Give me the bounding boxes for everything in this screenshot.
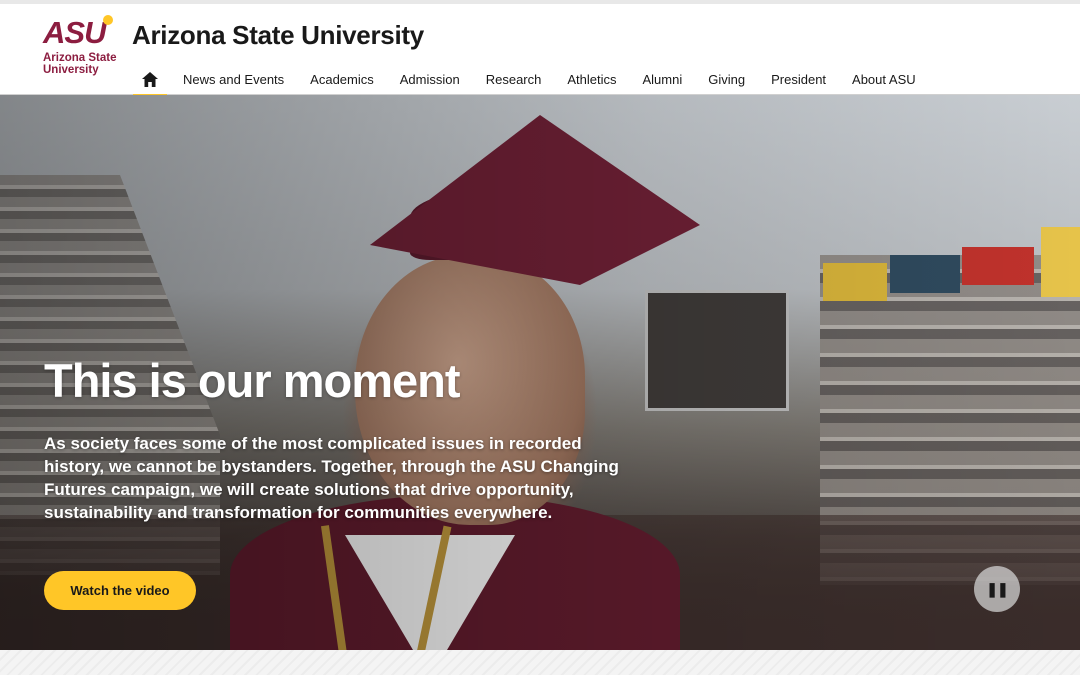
nav-item-news-and-events[interactable]: News and Events — [170, 60, 297, 98]
nav-item-admission[interactable]: Admission — [387, 60, 473, 98]
hero-description: As society faces some of the most compli… — [44, 434, 619, 522]
site-header: ASU Arizona State University Arizona Sta… — [0, 4, 1080, 98]
nav-item-president[interactable]: President — [758, 60, 839, 98]
home-icon — [142, 71, 158, 87]
nav-item-alumni[interactable]: Alumni — [630, 60, 696, 98]
logo-line-1: Arizona State — [43, 52, 117, 64]
nav-item-research[interactable]: Research — [473, 60, 555, 98]
watch-video-button[interactable]: Watch the video — [44, 571, 196, 610]
nav-item-giving[interactable]: Giving — [695, 60, 758, 98]
decorative-pattern-band — [0, 650, 1080, 675]
logo-line-2: University — [43, 64, 99, 76]
asu-logo[interactable]: ASU Arizona State University — [43, 15, 123, 84]
nav-item-athletics[interactable]: Athletics — [554, 60, 629, 98]
pause-icon: ❚❚ — [986, 580, 1008, 597]
nav-home[interactable] — [133, 60, 167, 98]
site-title[interactable]: Arizona State University — [132, 20, 424, 51]
main-nav: News and Events Academics Admission Rese… — [133, 60, 929, 98]
hero-title: This is our moment — [44, 354, 460, 407]
nav-item-academics[interactable]: Academics — [297, 60, 387, 98]
logo-sun-icon — [103, 15, 113, 25]
nav-item-about-asu[interactable]: About ASU — [839, 60, 929, 98]
pause-button[interactable]: ❚❚ — [974, 566, 1020, 612]
hero-video: This is our moment As society faces some… — [0, 95, 1080, 650]
